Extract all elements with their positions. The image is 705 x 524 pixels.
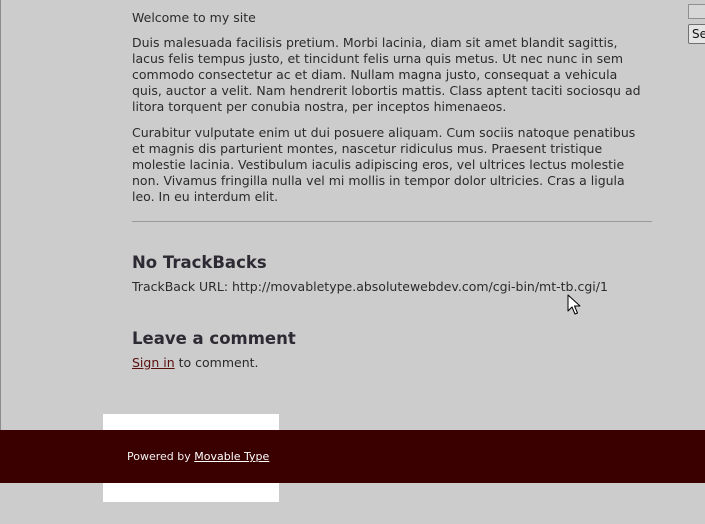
sign-in-suffix: to comment. <box>178 355 259 370</box>
search-input[interactable] <box>688 4 705 19</box>
entry-welcome-text: Welcome to my site <box>132 10 256 25</box>
movable-type-link[interactable]: Movable Type <box>194 450 269 463</box>
trackback-url-label: TrackBack URL: <box>132 279 229 294</box>
sign-in-row: Sign in to comment. <box>132 355 259 371</box>
powered-by-text: Powered by Movable Type <box>127 451 269 463</box>
trackback-url-row: TrackBack URL: http://movabletype.absolu… <box>132 279 608 295</box>
entry-paragraph-1: Duis malesuada facilisis pretium. Morbi … <box>132 35 641 114</box>
section-divider <box>132 221 652 222</box>
mouse-pointer-icon <box>567 294 581 315</box>
left-border-line <box>0 0 1 430</box>
sign-in-link[interactable]: Sign in <box>132 355 175 370</box>
trackback-url-value: http://movabletype.absolutewebdev.com/cg… <box>232 279 608 294</box>
entry-paragraph-2: Curabitur vulputate enim ut dui posuere … <box>132 125 636 204</box>
trackbacks-heading: No TrackBacks <box>132 253 267 272</box>
leave-comment-heading: Leave a comment <box>132 329 296 348</box>
powered-by-prefix: Powered by <box>127 450 191 463</box>
search-button[interactable]: Se <box>688 24 705 44</box>
